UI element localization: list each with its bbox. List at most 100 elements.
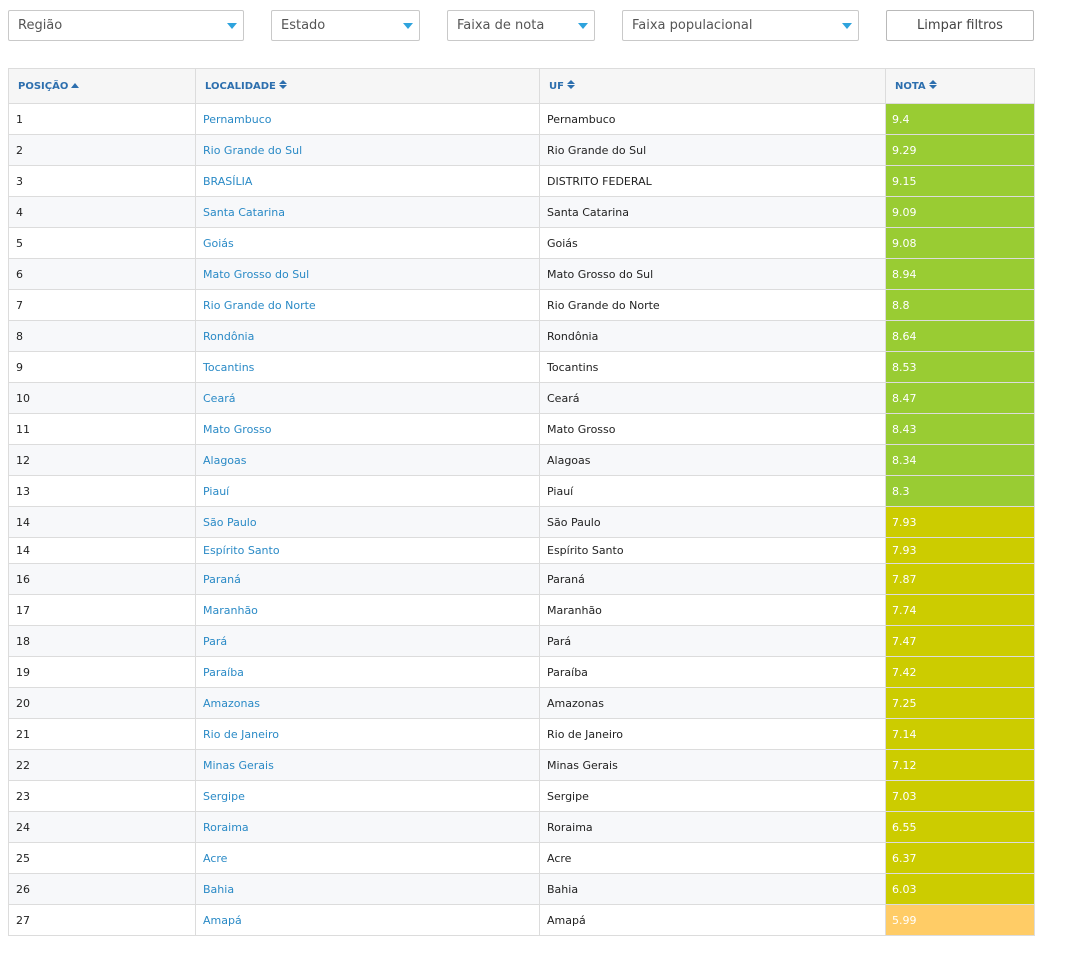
localidade-cell: Amapá [195, 904, 540, 936]
table-row: 14 Espírito Santo Espírito Santo 7.93 [8, 537, 1035, 564]
localidade-column-header[interactable]: LOCALIDADE [195, 68, 540, 104]
nota-cell: 7.47 [885, 625, 1035, 657]
faixa-populacional-select-label: Faixa populacional [632, 18, 753, 33]
localidade-link[interactable]: BRASÍLIA [203, 175, 252, 188]
localidade-cell: Acre [195, 842, 540, 874]
posicao-cell: 20 [8, 687, 196, 719]
localidade-link[interactable]: Goiás [203, 237, 234, 250]
table-row: 19 Paraíba Paraíba 7.42 [8, 656, 1035, 688]
posicao-cell: 22 [8, 749, 196, 781]
nota-cell: 7.12 [885, 749, 1035, 781]
localidade-link[interactable]: Amapá [203, 914, 242, 927]
uf-cell: Rio de Janeiro [539, 718, 886, 750]
localidade-link[interactable]: Mato Grosso do Sul [203, 268, 309, 281]
localidade-link[interactable]: Rio de Janeiro [203, 728, 279, 741]
localidade-cell: Paraná [195, 563, 540, 595]
posicao-cell: 6 [8, 258, 196, 290]
dropdown-caret-icon [842, 23, 852, 29]
table-row: 8 Rondônia Rondônia 8.64 [8, 320, 1035, 352]
table-row: 4 Santa Catarina Santa Catarina 9.09 [8, 196, 1035, 228]
estado-select[interactable]: Estado [271, 10, 420, 41]
table-row: 1 Pernambuco Pernambuco 9.4 [8, 103, 1035, 135]
uf-cell: Piauí [539, 475, 886, 507]
posicao-cell: 17 [8, 594, 196, 626]
localidade-link[interactable]: Tocantins [203, 361, 254, 374]
limpar-filtros-button[interactable]: Limpar filtros [886, 10, 1034, 41]
localidade-cell: Rio de Janeiro [195, 718, 540, 750]
localidade-cell: Amazonas [195, 687, 540, 719]
localidade-link[interactable]: Paraná [203, 573, 241, 586]
uf-column-header[interactable]: UF [539, 68, 886, 104]
uf-cell: Mato Grosso [539, 413, 886, 445]
nota-cell: 8.64 [885, 320, 1035, 352]
localidade-link[interactable]: Amazonas [203, 697, 260, 710]
localidade-link[interactable]: Pernambuco [203, 113, 272, 126]
localidade-link[interactable]: Alagoas [203, 454, 247, 467]
faixa-nota-select[interactable]: Faixa de nota [447, 10, 595, 41]
table-row: 14 São Paulo São Paulo 7.93 [8, 506, 1035, 538]
nota-cell: 8.47 [885, 382, 1035, 414]
posicao-cell: 8 [8, 320, 196, 352]
nota-cell: 5.99 [885, 904, 1035, 936]
nota-cell: 8.34 [885, 444, 1035, 476]
localidade-link[interactable]: Bahia [203, 883, 234, 896]
uf-cell: Maranhão [539, 594, 886, 626]
nota-cell: 8.53 [885, 351, 1035, 383]
localidade-link[interactable]: Maranhão [203, 604, 258, 617]
nota-cell: 9.29 [885, 134, 1035, 166]
localidade-cell: Mato Grosso [195, 413, 540, 445]
regiao-select[interactable]: Região [8, 10, 244, 41]
posicao-cell: 10 [8, 382, 196, 414]
localidade-link[interactable]: Paraíba [203, 666, 244, 679]
table-row: 20 Amazonas Amazonas 7.25 [8, 687, 1035, 719]
uf-cell: DISTRITO FEDERAL [539, 165, 886, 197]
localidade-cell: Rio Grande do Sul [195, 134, 540, 166]
posicao-cell: 1 [8, 103, 196, 135]
nota-cell: 9.09 [885, 196, 1035, 228]
localidade-link[interactable]: Espírito Santo [203, 544, 280, 557]
posicao-column-header[interactable]: POSIÇÃO [8, 68, 196, 104]
localidade-link[interactable]: São Paulo [203, 516, 257, 529]
table-row: 25 Acre Acre 6.37 [8, 842, 1035, 874]
localidade-link[interactable]: Ceará [203, 392, 235, 405]
localidade-link[interactable]: Pará [203, 635, 227, 648]
table-row: 9 Tocantins Tocantins 8.53 [8, 351, 1035, 383]
localidade-link[interactable]: Rio Grande do Norte [203, 299, 316, 312]
sort-ascending-icon [71, 82, 80, 88]
nota-column-header[interactable]: NOTA [885, 68, 1035, 104]
dropdown-caret-icon [403, 23, 413, 29]
localidade-link[interactable]: Mato Grosso [203, 423, 272, 436]
localidade-link[interactable]: Piauí [203, 485, 229, 498]
nota-cell: 7.93 [885, 537, 1035, 564]
table-row: 17 Maranhão Maranhão 7.74 [8, 594, 1035, 626]
uf-cell: Espírito Santo [539, 537, 886, 564]
table-row: 16 Paraná Paraná 7.87 [8, 563, 1035, 595]
localidade-cell: Piauí [195, 475, 540, 507]
localidade-link[interactable]: Minas Gerais [203, 759, 274, 772]
table-row: 26 Bahia Bahia 6.03 [8, 873, 1035, 905]
posicao-cell: 2 [8, 134, 196, 166]
posicao-cell: 16 [8, 563, 196, 595]
posicao-cell: 26 [8, 873, 196, 905]
table-row: 12 Alagoas Alagoas 8.34 [8, 444, 1035, 476]
uf-cell: Goiás [539, 227, 886, 259]
posicao-header-label: POSIÇÃO [18, 80, 69, 92]
nota-cell: 6.37 [885, 842, 1035, 874]
localidade-link[interactable]: Rio Grande do Sul [203, 144, 302, 157]
localidade-link[interactable]: Roraima [203, 821, 249, 834]
posicao-cell: 27 [8, 904, 196, 936]
table-row: 24 Roraima Roraima 6.55 [8, 811, 1035, 843]
localidade-link[interactable]: Acre [203, 852, 227, 865]
nota-cell: 7.25 [885, 687, 1035, 719]
faixa-populacional-select[interactable]: Faixa populacional [622, 10, 859, 41]
sort-icon [566, 79, 575, 89]
uf-cell: Ceará [539, 382, 886, 414]
nota-cell: 8.3 [885, 475, 1035, 507]
faixa-nota-select-label: Faixa de nota [457, 18, 545, 33]
localidade-cell: Mato Grosso do Sul [195, 258, 540, 290]
localidade-link[interactable]: Santa Catarina [203, 206, 285, 219]
localidade-cell: Sergipe [195, 780, 540, 812]
localidade-link[interactable]: Sergipe [203, 790, 245, 803]
uf-cell: Alagoas [539, 444, 886, 476]
localidade-link[interactable]: Rondônia [203, 330, 254, 343]
